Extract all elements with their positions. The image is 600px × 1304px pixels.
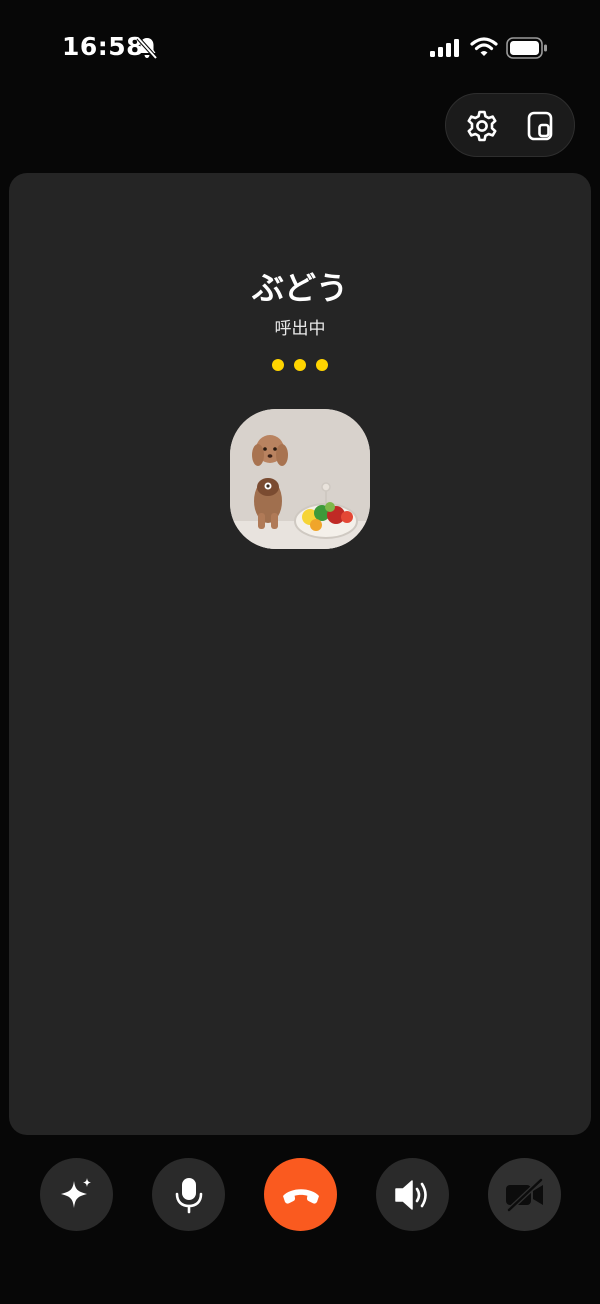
settings-button[interactable] [462, 106, 502, 146]
dog-photo-avatar [230, 409, 370, 549]
contact-avatar [230, 409, 370, 549]
ai-sparkle-icon [60, 1177, 91, 1208]
bell-muted-icon [136, 36, 158, 60]
status-time: 16:58 [62, 32, 145, 61]
calling-indicator [9, 359, 591, 371]
status-bar: 16:58 [0, 0, 600, 96]
end-call-button[interactable] [264, 1158, 337, 1231]
camera-off-icon [505, 1177, 543, 1212]
camera-toggle-button[interactable] [488, 1158, 561, 1231]
battery-icon [506, 37, 547, 59]
settings-icon [467, 110, 497, 142]
picture-in-picture-button[interactable] [521, 106, 561, 146]
calling-dot [294, 359, 306, 371]
calling-dot [272, 359, 284, 371]
call-status: 呼出中 [274, 319, 326, 339]
top-controls [445, 93, 575, 157]
voice-call-screen: 16:58 ぶどう 呼出中 [0, 0, 600, 1304]
calling-dot [316, 359, 328, 371]
ai-button[interactable] [40, 1158, 113, 1231]
speaker-icon [394, 1179, 427, 1210]
cellular-signal-icon [430, 39, 459, 57]
contact-name: ぶどう [251, 269, 348, 307]
speaker-button[interactable] [376, 1158, 449, 1231]
picture-in-picture-icon [527, 111, 553, 141]
microphone-button[interactable] [152, 1158, 225, 1231]
call-card: ぶどう 呼出中 [9, 173, 591, 1135]
wifi-icon [470, 37, 498, 56]
microphone-icon [175, 1177, 202, 1213]
end-call-icon [282, 1188, 319, 1204]
call-controls [0, 1158, 600, 1232]
